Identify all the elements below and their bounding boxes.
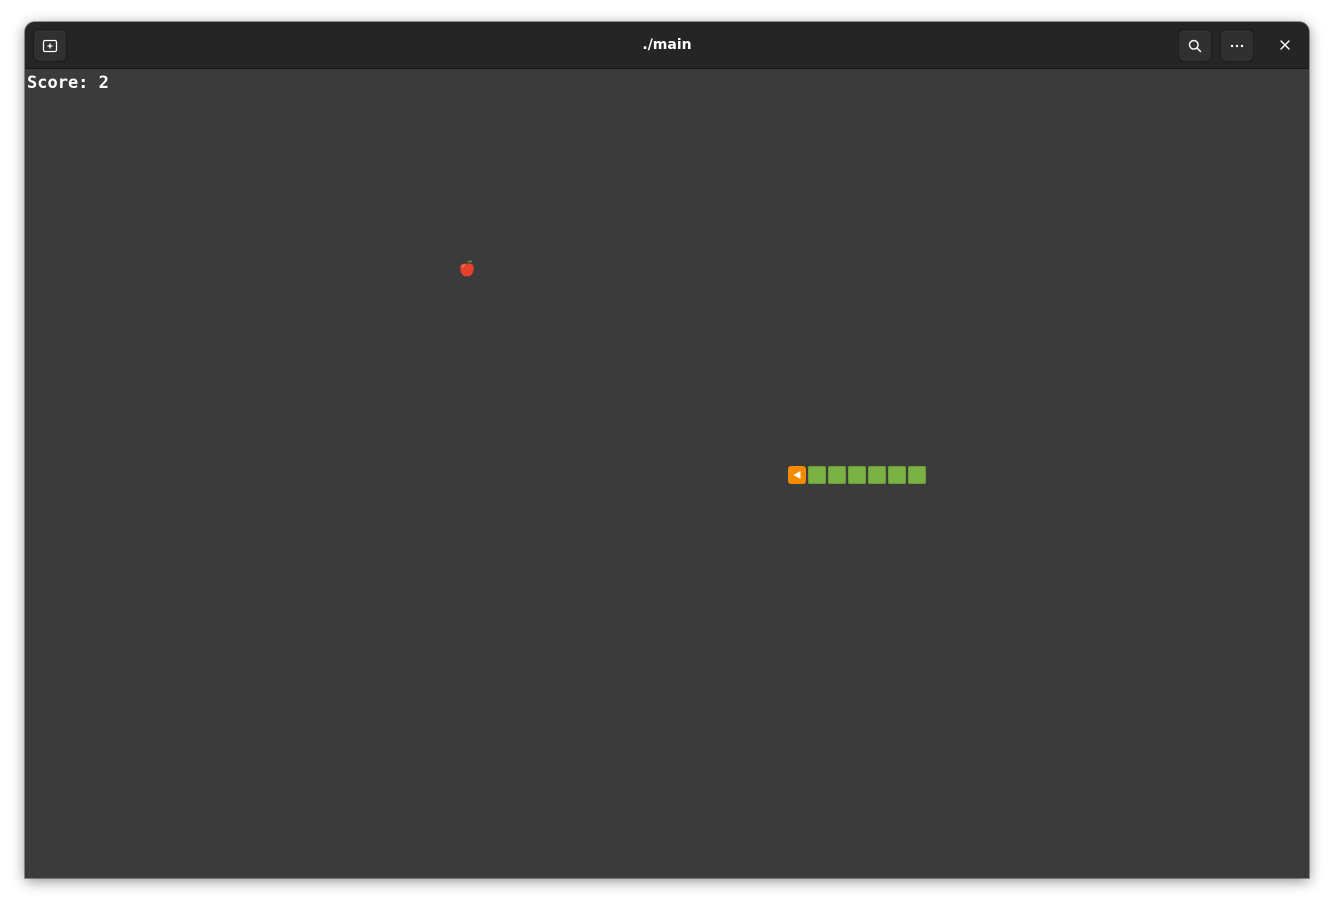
snake-body-segment xyxy=(848,466,866,484)
score-text: Score: 2 xyxy=(27,73,109,93)
snake-head xyxy=(788,466,806,484)
game-area[interactable]: Score: 2 xyxy=(25,70,1309,878)
search-icon xyxy=(1188,39,1202,52)
close-icon xyxy=(1280,40,1290,50)
more-icon xyxy=(1230,44,1244,47)
snake-body-segment xyxy=(868,466,886,484)
close-button[interactable] xyxy=(1274,34,1296,56)
terminal-window: ./main Score: 2 xyxy=(25,22,1309,878)
new-tab-button[interactable] xyxy=(33,29,67,62)
snake-body-segment xyxy=(888,466,906,484)
arrow-left-icon xyxy=(793,471,801,479)
snake-body-segment xyxy=(828,466,846,484)
window-title: ./main xyxy=(642,37,692,53)
snake-body-segment xyxy=(808,466,826,484)
menu-button[interactable] xyxy=(1220,29,1254,62)
search-button[interactable] xyxy=(1178,29,1212,62)
snake-body-segment xyxy=(908,466,926,484)
title-bar: ./main xyxy=(25,22,1309,69)
apple-icon xyxy=(460,259,474,277)
new-tab-icon xyxy=(42,39,58,52)
